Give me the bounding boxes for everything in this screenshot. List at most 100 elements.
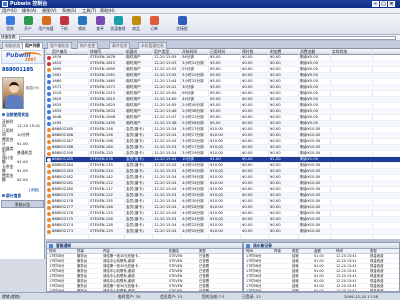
quick-view-input[interactable]: [19, 36, 396, 40]
column-header[interactable]: 附加费: [270, 50, 281, 54]
menu-item[interactable]: 系统(S): [62, 8, 76, 13]
quick-view-label: 快速查看:: [1, 35, 17, 39]
toolbar-button[interactable]: 下机: [56, 16, 72, 33]
table-row[interactable]: 888002173 STEVEN-129 会员(普卡) 12-20 15:24 4小时2…: [46, 229, 400, 235]
table-cell: 临时用户: [126, 97, 141, 101]
tab-item[interactable]: 用户列表: [22, 42, 44, 49]
info-row: 费用金额 ¥2.00: [2, 174, 43, 182]
table-cell: 888002178: [52, 199, 74, 203]
column-header[interactable]: 用户编号: [52, 50, 67, 54]
table-cell: STEVEN-125: [90, 211, 113, 215]
table-cell: ¥0.00: [270, 121, 281, 125]
tab-item[interactable]: 本机管理信息: [138, 42, 167, 49]
table-cell: 888001185: [52, 157, 74, 161]
table-cell: STEVEN-158: [90, 127, 113, 131]
column-header[interactable]: 消费金额: [300, 50, 315, 54]
table-cell: ¥10.00: [210, 139, 223, 143]
minimize-button[interactable]: -: [372, 1, 379, 7]
table-cell: 12-20 13:44: [154, 79, 177, 83]
column-header[interactable]: 时间: [246, 249, 253, 253]
toolbar-button[interactable]: 换机: [74, 16, 90, 33]
info-value: 12-20 15:41: [17, 122, 41, 128]
table-cell: ¥0.00: [242, 151, 253, 155]
info-row: 已用时间 10分钟: [2, 129, 43, 137]
system-notice-button[interactable]: 系统公告: [1, 200, 44, 208]
column-header[interactable]: 类型: [370, 249, 377, 253]
tab-item[interactable]: 事件信息: [109, 42, 131, 49]
toolbar-button[interactable]: 开户: [20, 16, 36, 33]
table-cell: 会员(普卡): [126, 181, 144, 185]
menu-item[interactable]: 用户(U): [2, 8, 17, 13]
column-header[interactable]: 机器名: [126, 50, 137, 54]
table-cell: 888002174: [52, 223, 74, 227]
table-cell: 临时用户: [126, 79, 141, 83]
table-cell: ¥5.00: [210, 121, 221, 125]
table-cell: ¥0.00: [270, 115, 281, 119]
menu-item[interactable]: 操作(A): [22, 8, 37, 13]
toolbar-button[interactable]: 交接班: [174, 16, 190, 33]
list-cell: 现金收费: [370, 268, 384, 273]
tab-item[interactable]: 客户端状态: [47, 42, 72, 49]
menu-item[interactable]: 帮助(H): [100, 8, 115, 13]
table-cell: STEVEN-1660: [90, 79, 116, 83]
column-header[interactable]: 时间: [336, 249, 343, 253]
list-cell: 现金收费: [370, 263, 384, 268]
notice-icon: [49, 244, 53, 248]
column-header[interactable]: 金额: [314, 249, 321, 253]
list-cell: STEVEN: [169, 258, 183, 263]
table-cell: 12-20 15:24: [154, 193, 177, 197]
tab-item[interactable]: 电脑状态: [2, 42, 24, 49]
table-cell: 会员(普卡): [126, 163, 144, 167]
column-header[interactable]: 用户类型: [154, 50, 169, 54]
column-header[interactable]: 类型: [199, 249, 206, 253]
table-cell: 4小时20分钟: [182, 229, 204, 233]
table-cell: ¥5.00: [210, 55, 221, 59]
column-header[interactable]: 预付款: [242, 50, 253, 54]
ledger-icon: [246, 244, 250, 248]
column-header[interactable]: 时间: [49, 249, 56, 253]
toolbar-button[interactable]: 用户充值: [38, 16, 54, 33]
table-cell: ¥10.00: [210, 229, 223, 233]
table-cell: 44分钟: [182, 97, 195, 101]
column-header[interactable]: 类型: [292, 249, 299, 253]
maximize-button[interactable]: □: [380, 1, 387, 7]
table-cell: 会员(普卡): [126, 223, 144, 227]
column-header[interactable]: 开始时间: [182, 50, 197, 54]
column-header[interactable]: 终端: [77, 249, 84, 253]
menu-item[interactable]: 工具(T): [82, 8, 96, 13]
column-header[interactable]: 已用时间: [210, 50, 225, 54]
list-cell: 现金收费: [370, 283, 384, 288]
column-header[interactable]: 内容: [103, 249, 110, 253]
table-cell: 1676: [52, 55, 62, 59]
table-cell: 4小时28分钟: [182, 205, 204, 209]
info-value: ¥1.00: [17, 140, 28, 146]
list-cell: 17时58分: [49, 258, 65, 263]
toolbar-button[interactable]: 宣换: [2, 16, 18, 33]
table-cell: ¥0.00: [270, 193, 281, 197]
toolbar-button[interactable]: 订单: [146, 16, 162, 33]
table-cell: 1615: [52, 97, 62, 101]
toolbar-button[interactable]: 商品: [128, 16, 144, 33]
table-cell: 剩余¥10.00: [300, 145, 321, 149]
table-cell: 12-20 15:24: [154, 169, 177, 173]
section-current-status[interactable]: 当前使用状态: [2, 113, 43, 118]
column-header[interactable]: 实时状态: [332, 50, 347, 54]
column-header[interactable]: 机器名: [169, 249, 179, 253]
toolbar-button[interactable]: 优惠套餐: [110, 16, 126, 33]
tab-item[interactable]: 帐户变更: [77, 42, 99, 49]
table-cell: ¥0.00: [242, 217, 253, 221]
close-button[interactable]: ×: [388, 1, 395, 7]
table-cell: ¥0.00: [242, 115, 253, 119]
status-logged: 已登录: 13: [242, 294, 261, 299]
section-dept-info[interactable]: 部分信息: [2, 194, 43, 199]
status-bar: 就绪(就绪) 临时用户: 35 会员用户: 15 您的当前:7.5 已登录: 1…: [0, 292, 400, 300]
logout-icon: [59, 16, 69, 25]
app-icon: [2, 1, 8, 7]
menu-item[interactable]: 视图(V): [42, 8, 57, 13]
column-header[interactable]: 终端: [274, 249, 281, 253]
details-link[interactable]: [详细]: [29, 188, 39, 193]
search-button[interactable]: 查寻: [92, 16, 108, 33]
service-notice-panel: 客服通知 时间 终端 内容 机器名 类型 17时58分 服务台 请给第一张30元充值卡.. S…: [46, 242, 243, 292]
table-cell: 12-20 15:24: [154, 175, 177, 179]
column-header[interactable]: 终端号: [90, 50, 101, 54]
